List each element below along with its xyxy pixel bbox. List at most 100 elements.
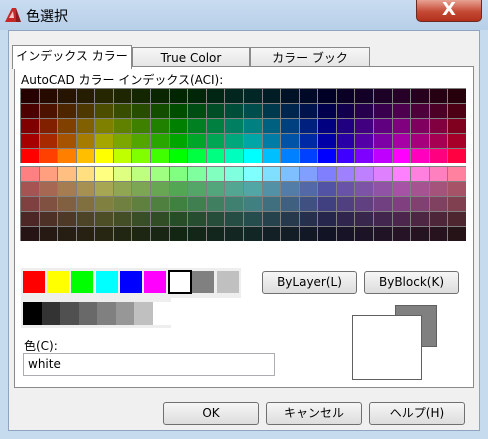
- aci-swatch[interactable]: [113, 212, 132, 226]
- aci-swatch[interactable]: [262, 89, 281, 103]
- aci-swatch[interactable]: [39, 134, 58, 148]
- aci-swatch[interactable]: [374, 134, 392, 148]
- aci-swatch[interactable]: [188, 119, 206, 133]
- aci-swatch[interactable]: [243, 227, 262, 241]
- aci-swatch[interactable]: [76, 227, 95, 241]
- aci-swatch[interactable]: [281, 182, 299, 196]
- aci-swatch[interactable]: [411, 104, 429, 118]
- aci-swatch[interactable]: [318, 167, 336, 181]
- aci-swatch[interactable]: [392, 89, 411, 103]
- aci-swatch[interactable]: [58, 149, 76, 163]
- aci-swatch[interactable]: [225, 197, 243, 211]
- aci-swatch[interactable]: [411, 167, 429, 181]
- aci-swatch[interactable]: [281, 134, 299, 148]
- aci-swatch[interactable]: [429, 119, 448, 133]
- aci-swatch[interactable]: [374, 167, 392, 181]
- standard-color-swatch[interactable]: [47, 271, 70, 293]
- standard-color-swatch[interactable]: [119, 271, 142, 293]
- aci-swatch[interactable]: [336, 149, 355, 163]
- aci-swatch[interactable]: [281, 104, 299, 118]
- aci-swatch[interactable]: [262, 104, 281, 118]
- aci-swatch[interactable]: [58, 227, 76, 241]
- close-button[interactable]: X: [416, 0, 482, 22]
- aci-swatch[interactable]: [132, 227, 151, 241]
- aci-swatch[interactable]: [21, 119, 39, 133]
- standard-color-swatch[interactable]: [216, 271, 239, 293]
- aci-swatch[interactable]: [411, 182, 429, 196]
- aci-swatch[interactable]: [262, 167, 281, 181]
- aci-swatch[interactable]: [21, 182, 39, 196]
- aci-swatch[interactable]: [188, 197, 206, 211]
- cancel-button[interactable]: キャンセル: [266, 402, 362, 425]
- aci-swatch[interactable]: [151, 167, 169, 181]
- aci-swatch[interactable]: [225, 227, 243, 241]
- aci-swatch[interactable]: [243, 134, 262, 148]
- aci-swatch[interactable]: [206, 149, 225, 163]
- aci-swatch[interactable]: [374, 104, 392, 118]
- aci-swatch[interactable]: [429, 182, 448, 196]
- aci-swatch[interactable]: [169, 197, 188, 211]
- aci-swatch[interactable]: [281, 227, 299, 241]
- aci-swatch[interactable]: [429, 227, 448, 241]
- aci-swatch[interactable]: [225, 167, 243, 181]
- aci-swatch[interactable]: [318, 212, 336, 226]
- aci-swatch[interactable]: [448, 89, 466, 103]
- aci-swatch[interactable]: [299, 182, 318, 196]
- aci-swatch[interactable]: [188, 89, 206, 103]
- aci-swatch[interactable]: [169, 119, 188, 133]
- aci-swatch[interactable]: [132, 134, 151, 148]
- aci-swatch[interactable]: [95, 212, 113, 226]
- aci-swatch[interactable]: [39, 227, 58, 241]
- aci-swatch[interactable]: [318, 104, 336, 118]
- aci-swatch[interactable]: [76, 212, 95, 226]
- aci-swatch[interactable]: [21, 89, 39, 103]
- aci-swatch[interactable]: [95, 197, 113, 211]
- aci-swatch[interactable]: [262, 197, 281, 211]
- aci-swatch[interactable]: [318, 182, 336, 196]
- aci-swatch[interactable]: [392, 149, 411, 163]
- aci-swatch[interactable]: [151, 104, 169, 118]
- aci-swatch[interactable]: [243, 89, 262, 103]
- aci-swatch[interactable]: [318, 134, 336, 148]
- aci-swatch[interactable]: [355, 212, 374, 226]
- aci-swatch[interactable]: [411, 227, 429, 241]
- aci-swatch[interactable]: [39, 197, 58, 211]
- aci-swatch[interactable]: [188, 182, 206, 196]
- aci-swatch[interactable]: [76, 149, 95, 163]
- aci-swatch[interactable]: [448, 212, 466, 226]
- aci-swatch[interactable]: [243, 182, 262, 196]
- aci-swatch[interactable]: [113, 119, 132, 133]
- standard-color-swatch[interactable]: [192, 271, 215, 293]
- aci-swatch[interactable]: [21, 167, 39, 181]
- aci-swatch[interactable]: [243, 119, 262, 133]
- aci-swatch[interactable]: [21, 134, 39, 148]
- aci-swatch[interactable]: [95, 119, 113, 133]
- aci-swatch[interactable]: [95, 134, 113, 148]
- aci-swatch[interactable]: [355, 227, 374, 241]
- aci-swatch[interactable]: [95, 182, 113, 196]
- aci-swatch[interactable]: [411, 212, 429, 226]
- aci-swatch[interactable]: [429, 149, 448, 163]
- aci-swatch[interactable]: [76, 167, 95, 181]
- aci-swatch[interactable]: [448, 134, 466, 148]
- aci-swatch[interactable]: [113, 197, 132, 211]
- aci-swatch[interactable]: [299, 119, 318, 133]
- aci-swatch[interactable]: [448, 197, 466, 211]
- aci-swatch[interactable]: [299, 134, 318, 148]
- aci-swatch[interactable]: [58, 182, 76, 196]
- aci-swatch[interactable]: [429, 167, 448, 181]
- aci-swatch[interactable]: [392, 197, 411, 211]
- aci-swatch[interactable]: [374, 227, 392, 241]
- aci-swatch[interactable]: [113, 104, 132, 118]
- aci-swatch[interactable]: [392, 119, 411, 133]
- aci-swatch[interactable]: [281, 167, 299, 181]
- aci-swatch[interactable]: [132, 197, 151, 211]
- standard-color-swatch[interactable]: [23, 271, 45, 293]
- aci-swatch[interactable]: [113, 182, 132, 196]
- aci-swatch[interactable]: [169, 149, 188, 163]
- aci-swatch[interactable]: [151, 149, 169, 163]
- aci-swatch[interactable]: [243, 167, 262, 181]
- aci-swatch[interactable]: [39, 89, 58, 103]
- standard-color-swatch[interactable]: [95, 271, 118, 293]
- aci-swatch[interactable]: [243, 149, 262, 163]
